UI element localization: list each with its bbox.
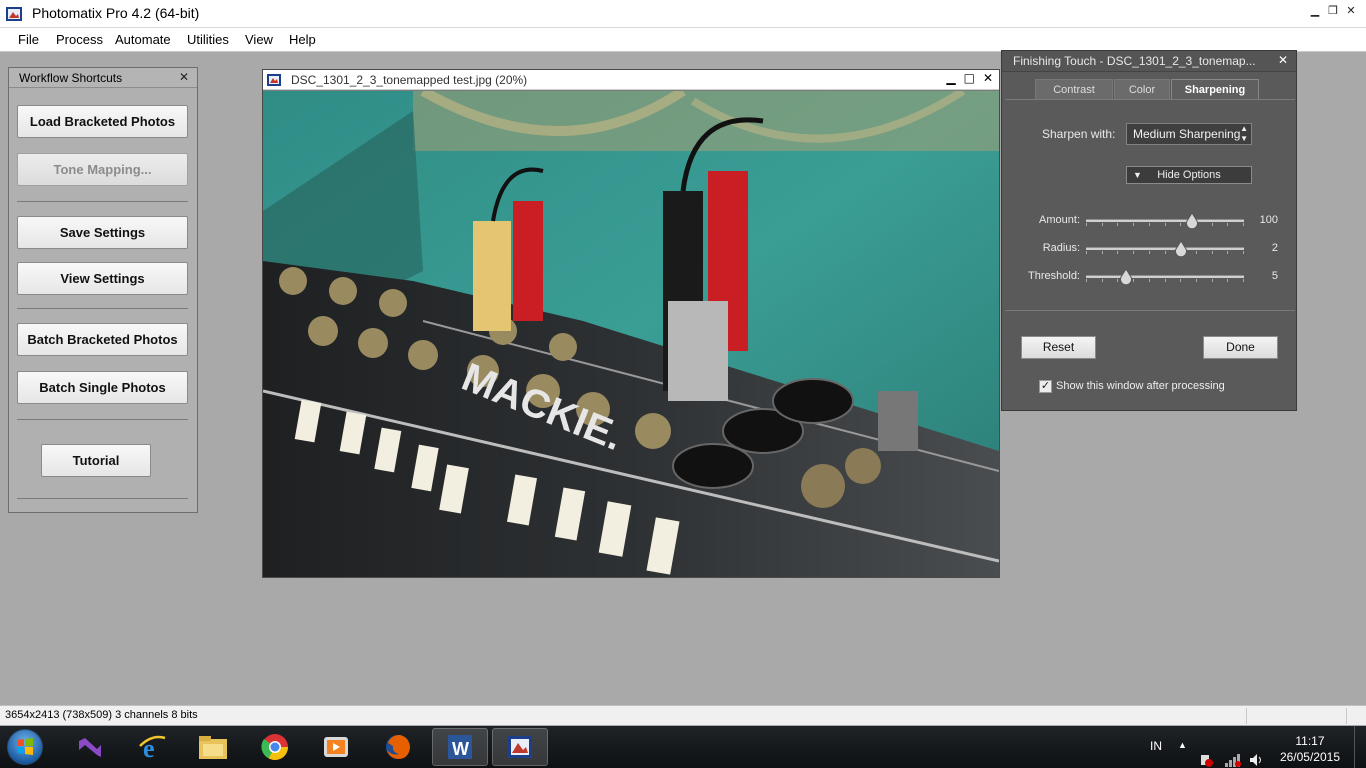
sharpen-with-label: Sharpen with: [1042,127,1116,141]
app-title: Photomatix Pro 4.2 (64-bit) [32,5,200,21]
tab-color[interactable]: Color [1114,79,1170,99]
close-icon[interactable]: ✕ [1278,53,1288,67]
menu-file[interactable]: File [18,32,39,47]
status-segment [1246,708,1346,724]
save-settings-button[interactable]: Save Settings [17,216,188,249]
divider [17,308,188,309]
windows-logo-icon [17,738,33,755]
close-icon[interactable]: ✕ [1344,4,1358,18]
photo-canvas[interactable]: MACKIE. [263,91,999,577]
word-icon[interactable]: W [432,728,488,766]
hide-options-label: Hide Options [1157,169,1221,181]
firefox-icon[interactable] [370,728,426,766]
radius-slider-thumb[interactable] [1174,241,1187,257]
sharpen-method-value: Medium Sharpening [1133,127,1241,141]
amount-slider-thumb[interactable] [1185,213,1198,229]
network-icon[interactable] [1224,739,1242,768]
menu-bar: File Process Automate Utilities View Hel… [0,28,1366,52]
batch-bracketed-photos-button[interactable]: Batch Bracketed Photos [17,323,188,356]
divider [17,419,188,420]
threshold-label: Threshold: [1028,270,1080,282]
minimize-icon[interactable]: ▁ [946,71,955,85]
finishing-touch-header: Finishing Touch - DSC_1301_2_3_tonemap..… [1002,51,1296,72]
status-text: 3654x2413 (738x509) 3 channels 8 bits [5,709,198,721]
panel-close-icon[interactable]: ✕ [179,70,189,84]
workflow-panel-header: Workflow Shortcuts ✕ [9,68,197,88]
close-icon[interactable]: ✕ [983,71,993,85]
media-player-icon[interactable] [308,728,364,766]
radius-label: Radius: [1042,242,1080,254]
tab-underline [1005,99,1295,100]
file-explorer-icon[interactable] [185,728,241,766]
show-after-processing-label: Show this window after processing [1056,380,1225,392]
menu-view[interactable]: View [245,32,273,47]
safely-remove-icon[interactable] [1198,739,1214,768]
image-window-title: DSC_1301_2_3_tonemapped test.jpg (20%) [291,73,528,87]
minimize-icon[interactable]: ▁ [1308,4,1322,18]
amount-ticks [1086,223,1244,226]
hide-options-button[interactable]: ▼ Hide Options [1126,166,1252,184]
clock-time: 11:17 [1295,734,1325,748]
image-file-icon [267,74,281,86]
show-after-processing-checkbox[interactable]: ✓ [1039,380,1052,393]
load-bracketed-photos-button[interactable]: Load Bracketed Photos [17,105,188,138]
finishing-touch-title: Finishing Touch - DSC_1301_2_3_tonemap..… [1013,54,1256,68]
app-title-bar: Photomatix Pro 4.2 (64-bit) ▁ ❐ ✕ [0,0,1366,28]
threshold-ticks [1086,279,1244,282]
workflow-shortcuts-panel: Workflow Shortcuts ✕ Load Bracketed Phot… [8,67,198,513]
sharpen-method-select[interactable]: Medium Sharpening ▲ ▼ [1126,123,1252,145]
internet-explorer-icon[interactable]: e [124,728,180,766]
finishing-tabs: Contrast Color Sharpening [1035,79,1260,99]
threshold-value: 5 [1271,270,1278,282]
threshold-slider-thumb[interactable] [1119,269,1132,285]
status-bar: 3654x2413 (738x509) 3 channels 8 bits [0,705,1366,725]
done-button[interactable]: Done [1203,336,1278,359]
amount-label: Amount: [1039,214,1080,226]
amount-value: 100 [1259,214,1278,226]
radius-value: 2 [1271,242,1278,254]
radius-track[interactable] [1086,247,1244,250]
start-button[interactable] [7,729,43,765]
visual-studio-icon[interactable] [62,728,118,766]
photomatix-icon[interactable] [492,728,548,766]
view-settings-button[interactable]: View Settings [17,262,188,295]
system-clock[interactable]: 11:17 26/05/2015 [1280,733,1340,765]
threshold-track[interactable] [1086,275,1244,278]
tab-sharpening[interactable]: Sharpening [1171,79,1259,99]
finishing-touch-panel: Finishing Touch - DSC_1301_2_3_tonemap..… [1001,50,1297,411]
batch-single-photos-button[interactable]: Batch Single Photos [17,371,188,404]
image-document-window: DSC_1301_2_3_tonemapped test.jpg (20%) ▁… [262,69,1000,578]
triangle-down-icon: ▼ [1133,170,1142,180]
divider [1005,310,1295,311]
photomatix-app-icon [6,7,22,21]
mixer-photo-image: MACKIE. [263,91,999,577]
resize-grip-icon[interactable] [1346,708,1366,724]
tone-mapping-button[interactable]: Tone Mapping... [17,153,188,186]
menu-help[interactable]: Help [289,32,316,47]
menu-automate[interactable]: Automate [115,32,171,47]
clock-date: 26/05/2015 [1279,750,1340,764]
tutorial-button[interactable]: Tutorial [41,444,151,477]
windows-taskbar: e W IN ▲ 11:17 26/05/2015 [0,726,1366,768]
show-hidden-icons-icon[interactable]: ▲ [1178,740,1187,768]
show-desktop-button[interactable] [1354,726,1366,768]
select-arrows-icon: ▲ ▼ [1240,124,1248,143]
svg-text:W: W [452,739,469,759]
image-window-title-bar: DSC_1301_2_3_tonemapped test.jpg (20%) ▁… [263,70,999,90]
restore-icon[interactable]: ❐ [1326,4,1340,18]
divider [17,498,188,499]
language-indicator[interactable]: IN [1150,739,1162,768]
menu-process[interactable]: Process [56,32,103,47]
amount-track[interactable] [1086,219,1244,222]
volume-icon[interactable] [1248,739,1264,768]
chrome-icon[interactable] [247,728,303,766]
divider [17,201,188,202]
tab-contrast[interactable]: Contrast [1035,79,1113,99]
menu-utilities[interactable]: Utilities [187,32,229,47]
reset-button[interactable]: Reset [1021,336,1096,359]
radius-ticks [1086,251,1244,254]
workflow-panel-title: Workflow Shortcuts [19,71,123,85]
maximize-icon[interactable]: □ [964,71,975,85]
